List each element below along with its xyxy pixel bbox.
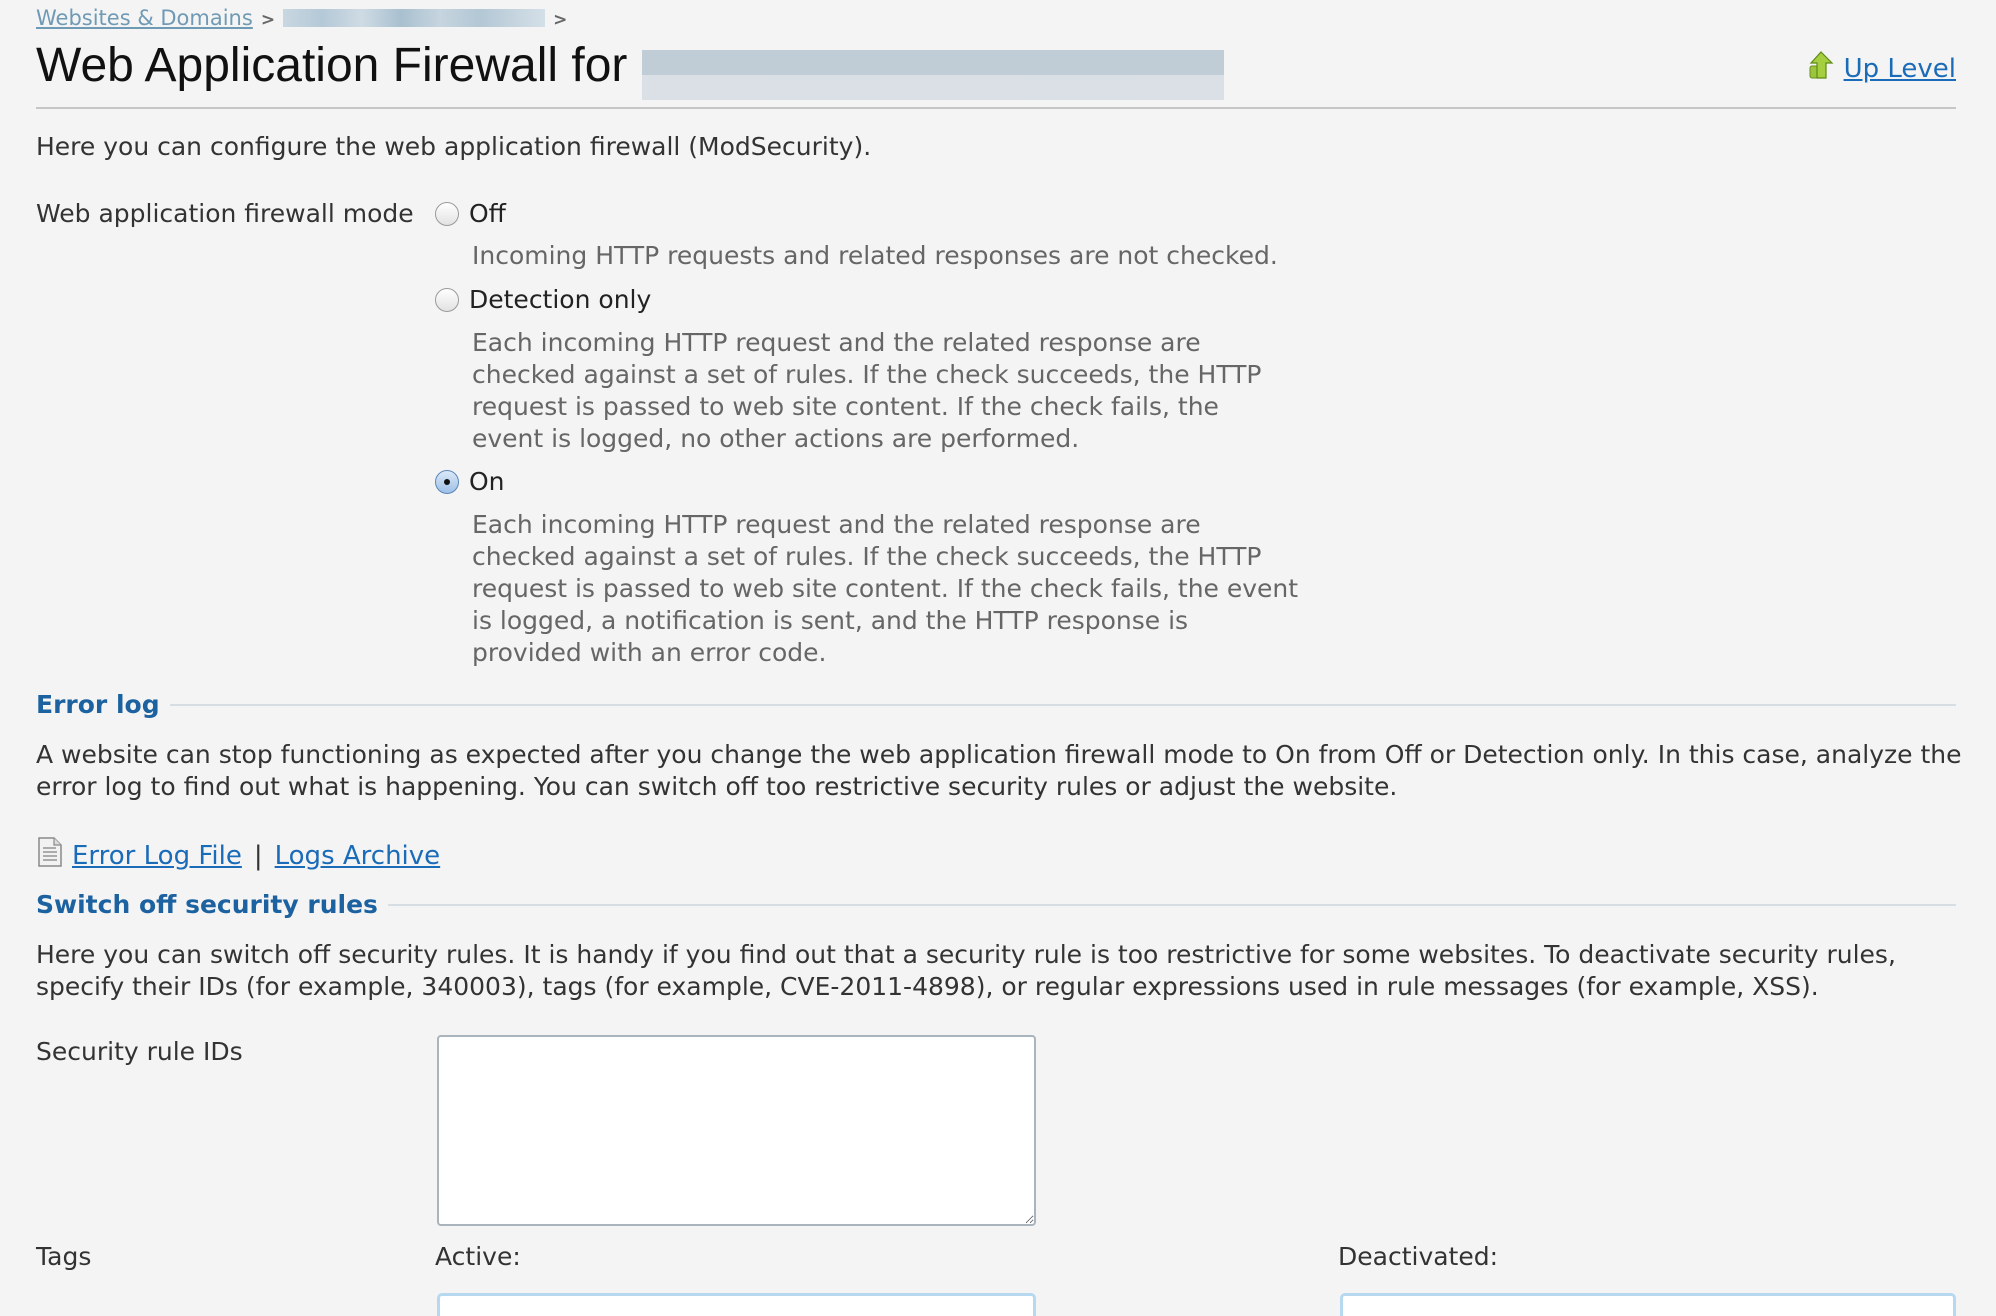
section-divider <box>169 703 1956 706</box>
error-log-links: Error Log File | Logs Archive <box>36 836 440 875</box>
up-arrow-icon <box>1808 50 1834 87</box>
switch-off-text: Here you can switch off security rules. … <box>36 940 1896 1001</box>
mode-on-description: Each incoming HTTP request and the relat… <box>472 510 1299 667</box>
mode-option-detection[interactable]: Detection only <box>435 285 651 314</box>
up-level-button[interactable]: Up Level <box>1808 50 1956 87</box>
error-log-heading: Error log <box>36 690 160 719</box>
breadcrumb-separator: > <box>553 10 568 30</box>
document-icon <box>36 836 64 875</box>
radio-on-label[interactable]: On <box>469 467 505 496</box>
radio-off-label[interactable]: Off <box>469 199 506 228</box>
switch-off-section-header: Switch off security rules <box>36 890 1956 919</box>
deactivated-tags-label: Deactivated: <box>1338 1242 1499 1271</box>
firewall-mode-label: Web application firewall mode <box>36 199 414 228</box>
section-divider <box>387 903 1956 906</box>
breadcrumb: Websites & Domains > > <box>36 6 575 30</box>
up-level-link[interactable]: Up Level <box>1844 54 1956 84</box>
breadcrumb-domain-redacted[interactable] <box>283 9 546 27</box>
page-title-domain-redacted <box>642 50 1224 100</box>
mode-option-on[interactable]: On <box>435 467 505 496</box>
mode-option-off[interactable]: Off <box>435 199 506 228</box>
switch-off-heading: Switch off security rules <box>36 890 378 919</box>
deactivated-tags-list[interactable] <box>1340 1293 1956 1316</box>
error-log-file-link[interactable]: Error Log File <box>72 841 242 871</box>
radio-detection-label[interactable]: Detection only <box>469 285 651 314</box>
header-divider <box>36 107 1956 109</box>
breadcrumb-websites-domains[interactable]: Websites & Domains <box>36 6 253 30</box>
radio-off[interactable] <box>435 201 459 226</box>
logs-archive-link[interactable]: Logs Archive <box>275 841 441 871</box>
active-tags-list[interactable] <box>437 1293 1036 1316</box>
mode-detection-description: Each incoming HTTP request and the relat… <box>472 328 1262 453</box>
page-title: Web Application Firewall for <box>36 39 628 92</box>
tags-label: Tags <box>36 1242 92 1271</box>
breadcrumb-separator: > <box>260 10 276 30</box>
security-rule-ids-label: Security rule IDs <box>36 1037 243 1066</box>
error-log-text: A website can stop functioning as expect… <box>36 740 1962 801</box>
error-log-section-header: Error log <box>36 690 1956 719</box>
link-separator: | <box>253 840 263 871</box>
mode-off-description: Incoming HTTP requests and related respo… <box>472 241 1278 270</box>
intro-text: Here you can configure the web applicati… <box>36 132 872 161</box>
active-tags-label: Active: <box>435 1242 521 1271</box>
radio-detection[interactable] <box>435 287 459 312</box>
security-rule-ids-input[interactable] <box>437 1035 1036 1226</box>
radio-on[interactable] <box>435 469 459 494</box>
